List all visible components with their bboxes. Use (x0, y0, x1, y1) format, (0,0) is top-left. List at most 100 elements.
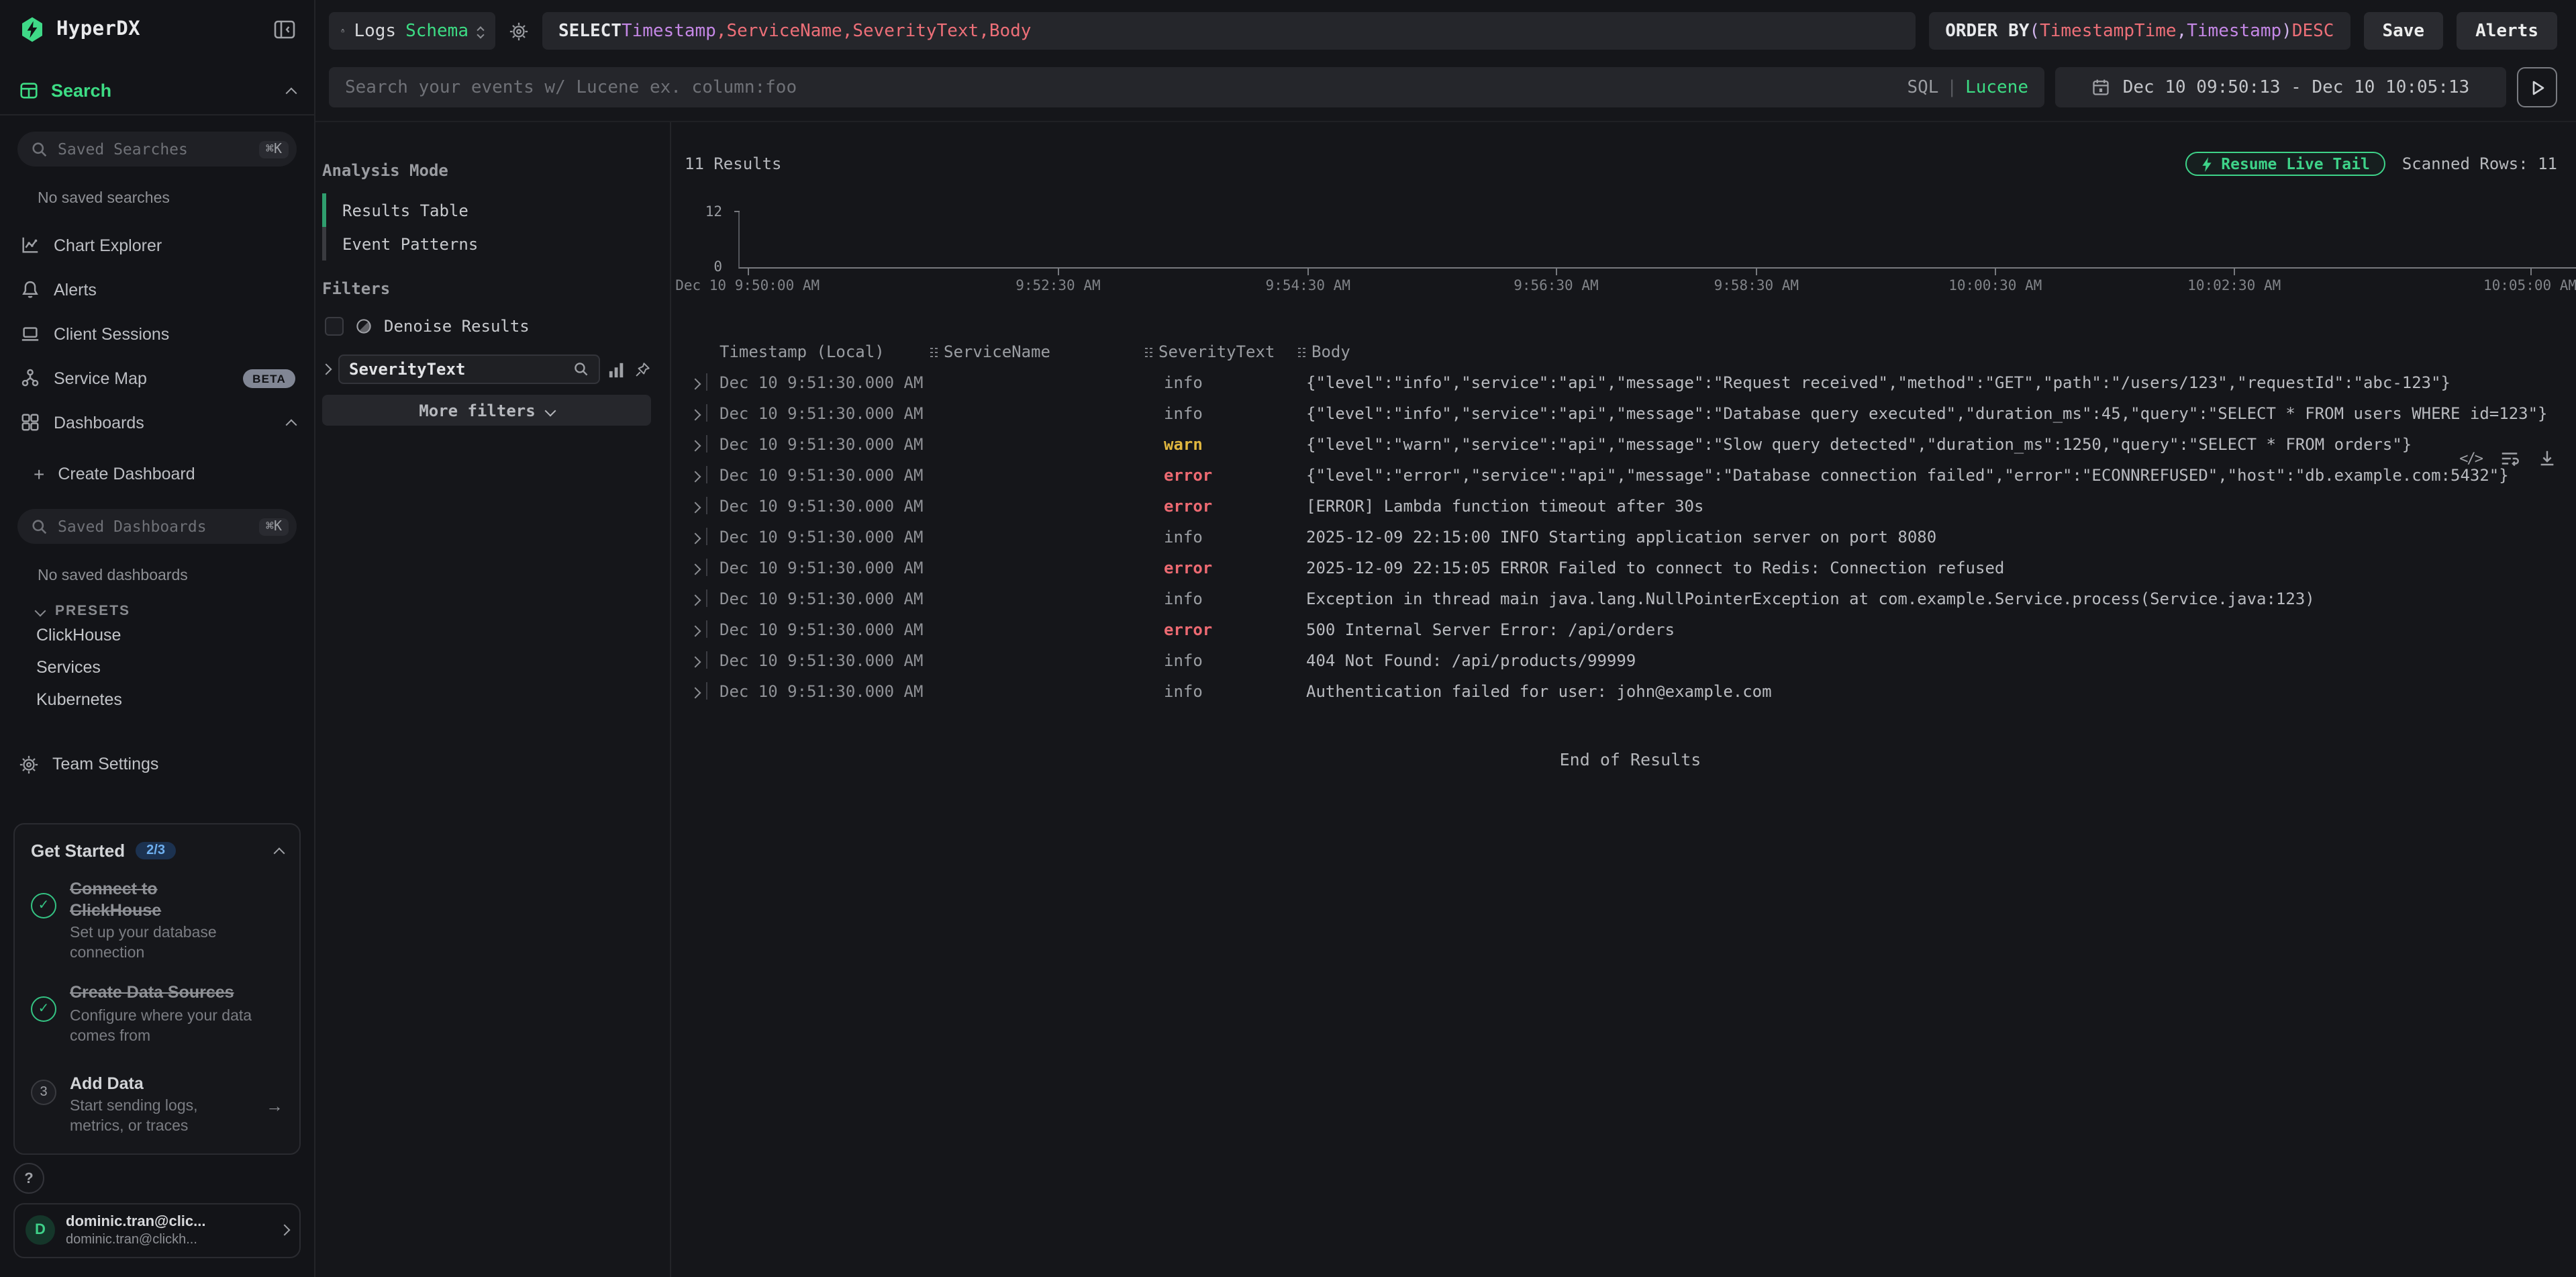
time-range-picker[interactable]: Dec 10 09:50:13 - Dec 10 10:05:13 (2055, 67, 2506, 107)
column-header[interactable]: SeverityText (1144, 342, 1297, 361)
expand-row-chevron[interactable] (685, 527, 706, 546)
sidebar-item-chart-explorer[interactable]: Chart Explorer (0, 223, 314, 267)
preset-clickhouse[interactable]: ClickHouse (0, 619, 314, 651)
drag-handle-icon[interactable] (929, 346, 937, 358)
resume-live-tail-button[interactable]: Resume Live Tail (2185, 152, 2386, 176)
presets-toggle[interactable]: PRESETS (36, 603, 314, 619)
denoise-checkbox[interactable] (325, 317, 344, 336)
search-icon[interactable] (573, 361, 589, 377)
table-row[interactable]: Dec 10 9:51:30.000 AM error 500 Internal… (685, 614, 2576, 645)
wrap-lines-icon[interactable] (2499, 448, 2520, 469)
table-row[interactable]: Dec 10 9:51:30.000 AM error 2025-12-09 2… (685, 552, 2576, 583)
chart-filter-icon[interactable] (608, 361, 626, 378)
expand-row-chevron[interactable] (685, 558, 706, 577)
saved-searches-input[interactable]: ⌘K (17, 132, 297, 167)
step-desc: Start sending logs, metrics, or traces (70, 1098, 252, 1138)
event-search-input[interactable]: SQL | Lucene (329, 67, 2044, 107)
column-header[interactable]: Timestamp (Local) (720, 342, 929, 361)
table-row[interactable]: Dec 10 9:51:30.000 AM info {"level":"inf… (685, 367, 2576, 397)
table-row[interactable]: Dec 10 9:51:30.000 AM warn {"level":"war… (685, 428, 2576, 459)
table-header: Timestamp (Local) ServiceName SeverityTe… (685, 337, 2576, 367)
sidebar-item-service-map[interactable]: Service Map BETA (0, 356, 314, 400)
expand-filter-chevron[interactable] (321, 364, 332, 375)
saved-searches-placeholder[interactable] (58, 140, 250, 158)
x-axis-tick (1995, 269, 1997, 275)
avatar: D (26, 1216, 55, 1245)
saved-dashboards-placeholder[interactable] (58, 517, 250, 536)
step-title: Connect to ClickHouse (70, 880, 188, 922)
expand-row-chevron[interactable] (685, 465, 706, 484)
table-row[interactable]: Dec 10 9:51:30.000 AM info 404 Not Found… (685, 645, 2576, 675)
presets-label: PRESETS (55, 603, 130, 619)
expand-row-chevron[interactable] (685, 620, 706, 638)
sidebar-item-team-settings[interactable]: Team Settings (0, 745, 314, 783)
table-row[interactable]: Dec 10 9:51:30.000 AM info {"level":"inf… (685, 397, 2576, 428)
alerts-button[interactable]: Alerts (2457, 12, 2557, 50)
cell-body: {"level":"warn","service":"api","message… (1297, 434, 2576, 453)
cell-timestamp: Dec 10 9:51:30.000 AM (720, 404, 929, 422)
sidebar-item-client-sessions[interactable]: Client Sessions (0, 312, 314, 356)
sidebar-item-search[interactable]: Search (0, 81, 314, 115)
source-settings-gear-icon[interactable] (509, 21, 529, 41)
step-create-data-sources[interactable]: ✓ Create Data Sources Configure where yo… (31, 983, 283, 1047)
analysis-mode-option[interactable]: Results Table (322, 193, 651, 227)
run-query-button[interactable] (2517, 67, 2557, 107)
code-view-icon[interactable]: </> (2459, 450, 2482, 467)
table-row[interactable]: Dec 10 9:51:30.000 AM error [ERROR] Lamb… (685, 490, 2576, 521)
search-section-icon (19, 81, 39, 101)
sidebar-item-label: Service Map (54, 369, 147, 387)
step-connect-clickhouse[interactable]: ✓ Connect to ClickHouse Set up your data… (31, 880, 283, 964)
pin-icon[interactable] (634, 361, 651, 378)
source-select[interactable]: Logs Schema (329, 12, 495, 50)
sidebar-item-label: Search (51, 81, 111, 101)
expand-row-chevron[interactable] (685, 496, 706, 515)
resume-live-tail-label: Resume Live Tail (2221, 154, 2370, 173)
expand-row-chevron[interactable] (685, 589, 706, 608)
expand-row-chevron[interactable] (685, 681, 706, 700)
column-header[interactable]: ServiceName (929, 342, 1144, 361)
user-menu[interactable]: D dominic.tran@clic... dominic.tran@clic… (13, 1202, 301, 1258)
x-axis-tick-label: 10:00:30 AM (1948, 278, 2042, 294)
bell-icon (19, 279, 40, 299)
save-button[interactable]: Save (2363, 12, 2443, 50)
preset-services[interactable]: Services (0, 651, 314, 683)
calendar-icon (2092, 78, 2111, 97)
preset-kubernetes[interactable]: Kubernetes (0, 683, 314, 716)
cell-body: 500 Internal Server Error: /api/orders (1297, 620, 2576, 638)
step-title: Add Data (70, 1074, 252, 1094)
expand-row-chevron[interactable] (685, 404, 706, 422)
step-add-data[interactable]: 3 Add Data Start sending logs, metrics, … (31, 1074, 283, 1137)
collapse-sidebar-icon[interactable] (274, 20, 295, 39)
download-icon[interactable] (2537, 448, 2557, 469)
sidebar-item-dashboards[interactable]: Dashboards (0, 400, 314, 444)
expand-row-chevron[interactable] (685, 434, 706, 453)
analysis-mode-option[interactable]: Event Patterns (322, 227, 651, 261)
more-filters-button[interactable]: More filters (322, 395, 651, 426)
table-row[interactable]: Dec 10 9:51:30.000 AM info Exception in … (685, 583, 2576, 614)
results-histogram: 12 0 Dec 10 9:50:00 AM9:52:30 AM9:54:30 … (685, 211, 2576, 293)
search-placeholder[interactable] (345, 77, 1899, 97)
table-row[interactable]: Dec 10 9:51:30.000 AM info 2025-12-09 22… (685, 521, 2576, 552)
saved-dashboards-input[interactable]: ⌘K (17, 509, 297, 544)
get-started-title: Get Started (31, 841, 125, 861)
order-by-input[interactable]: ORDER BY (TimestampTime, Timestamp) DESC (1929, 12, 2350, 50)
expand-row-chevron[interactable] (685, 373, 706, 391)
drag-handle-icon[interactable] (1297, 346, 1305, 358)
chevron-up-icon[interactable] (286, 418, 297, 430)
sidebar-item-alerts[interactable]: Alerts (0, 267, 314, 312)
lucene-mode-toggle[interactable]: Lucene (1965, 77, 2028, 97)
row-divider (706, 651, 707, 669)
create-dashboard-button[interactable]: + Create Dashboard (0, 455, 314, 493)
sql-mode-toggle[interactable]: SQL (1907, 77, 1938, 97)
x-axis-tick-label: 10:05:00 AM (2483, 278, 2576, 294)
severity-filter-field[interactable]: SeverityText (338, 354, 600, 384)
table-row[interactable]: Dec 10 9:51:30.000 AM error {"level":"er… (685, 459, 2576, 490)
drag-handle-icon[interactable] (1144, 346, 1152, 358)
table-row[interactable]: Dec 10 9:51:30.000 AM info Authenticatio… (685, 675, 2576, 706)
expand-row-chevron[interactable] (685, 651, 706, 669)
chevron-up-icon[interactable] (286, 87, 297, 98)
select-query-input[interactable]: SELECT Timestamp,ServiceName,SeverityTex… (542, 12, 1916, 50)
column-header[interactable]: Body (1297, 342, 2576, 361)
chevron-up-icon[interactable] (274, 847, 285, 858)
help-button[interactable]: ? (13, 1163, 44, 1194)
